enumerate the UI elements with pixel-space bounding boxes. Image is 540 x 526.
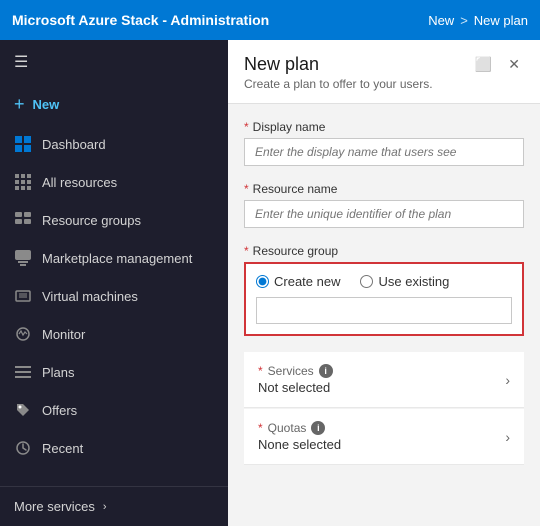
- sidebar-item-label: Virtual machines: [42, 289, 138, 304]
- required-star-2: *: [244, 182, 249, 196]
- breadcrumb: New > New plan: [428, 13, 528, 28]
- monitor-icon: [14, 325, 32, 343]
- sidebar-item-recent[interactable]: Recent: [0, 429, 228, 467]
- more-services-button[interactable]: More services ›: [0, 487, 228, 526]
- required-star: *: [244, 120, 249, 134]
- plus-icon: +: [14, 94, 25, 115]
- hamburger-button[interactable]: ☰: [0, 40, 228, 84]
- sidebar-item-label: Recent: [42, 441, 83, 456]
- required-star-5: *: [258, 421, 263, 435]
- resource-name-group: * Resource name: [244, 182, 524, 228]
- sidebar-item-plans[interactable]: Plans: [0, 353, 228, 391]
- resource-groups-icon: [14, 211, 32, 229]
- create-new-radio[interactable]: [256, 275, 269, 288]
- virtual-machines-icon: [14, 287, 32, 305]
- panel-title-area: New plan Create a plan to offer to your …: [244, 54, 433, 91]
- required-star-4: *: [258, 364, 263, 378]
- breadcrumb-new-plan: New plan: [474, 13, 528, 28]
- sidebar-item-dashboard[interactable]: Dashboard: [0, 125, 228, 163]
- use-existing-label: Use existing: [378, 274, 449, 289]
- all-resources-icon: [14, 173, 32, 191]
- use-existing-radio[interactable]: [360, 275, 373, 288]
- display-name-input[interactable]: [244, 138, 524, 166]
- required-star-3: *: [244, 244, 249, 258]
- resource-name-input[interactable]: [244, 200, 524, 228]
- sidebar-item-label: Monitor: [42, 327, 85, 342]
- chevron-right-icon: ›: [103, 501, 107, 513]
- quotas-value: None selected: [258, 437, 341, 452]
- sidebar-item-all-resources[interactable]: All resources: [0, 163, 228, 201]
- new-label: New: [33, 97, 60, 112]
- resource-group-box: Create new Use existing: [244, 262, 524, 336]
- services-label: * Services i: [258, 364, 333, 378]
- breadcrumb-separator: >: [460, 13, 468, 28]
- close-button[interactable]: ✕: [504, 54, 524, 75]
- sidebar-item-virtual-machines[interactable]: Virtual machines: [0, 277, 228, 315]
- sidebar: ☰ + New Dashboard All resources Resource…: [0, 40, 228, 526]
- sidebar-item-label: Marketplace management: [42, 251, 192, 266]
- main-layout: ☰ + New Dashboard All resources Resource…: [0, 40, 540, 526]
- display-name-label: * Display name: [244, 120, 524, 134]
- use-existing-option[interactable]: Use existing: [360, 274, 449, 289]
- more-services-label: More services: [14, 499, 95, 514]
- sidebar-item-label: Resource groups: [42, 213, 141, 228]
- window-button[interactable]: ⬜: [471, 54, 496, 75]
- services-info-icon[interactable]: i: [319, 364, 333, 378]
- services-content: * Services i Not selected: [258, 364, 333, 395]
- quotas-content: * Quotas i None selected: [258, 421, 341, 452]
- new-plan-panel: New plan Create a plan to offer to your …: [228, 40, 540, 526]
- sidebar-item-label: All resources: [42, 175, 117, 190]
- create-new-option[interactable]: Create new: [256, 274, 340, 289]
- breadcrumb-new: New: [428, 13, 454, 28]
- panel-header: New plan Create a plan to offer to your …: [228, 40, 540, 104]
- resource-name-label: * Resource name: [244, 182, 524, 196]
- services-chevron-icon: ›: [505, 372, 510, 388]
- top-bar: Microsoft Azure Stack - Administration N…: [0, 0, 540, 40]
- sidebar-item-label: Offers: [42, 403, 77, 418]
- quotas-info-icon[interactable]: i: [311, 421, 325, 435]
- sidebar-item-resource-groups[interactable]: Resource groups: [0, 201, 228, 239]
- panel-title: New plan: [244, 54, 433, 75]
- app-title: Microsoft Azure Stack - Administration: [12, 12, 428, 28]
- quotas-chevron-icon: ›: [505, 429, 510, 445]
- offers-icon: [14, 401, 32, 419]
- resource-group-label: * Resource group: [244, 244, 524, 258]
- dashboard-icon: [14, 135, 32, 153]
- services-value: Not selected: [258, 380, 333, 395]
- sidebar-item-monitor[interactable]: Monitor: [0, 315, 228, 353]
- quotas-label: * Quotas i: [258, 421, 341, 435]
- create-new-label: Create new: [274, 274, 340, 289]
- services-row[interactable]: * Services i Not selected ›: [244, 352, 524, 408]
- sidebar-item-offers[interactable]: Offers: [0, 391, 228, 429]
- sidebar-bottom: More services ›: [0, 486, 228, 526]
- resource-group-input[interactable]: [256, 297, 512, 324]
- quotas-row[interactable]: * Quotas i None selected ›: [244, 409, 524, 465]
- plans-icon: [14, 363, 32, 381]
- sidebar-item-label: Dashboard: [42, 137, 106, 152]
- panel-body: * Display name * Resource name * Resourc…: [228, 104, 540, 526]
- sidebar-item-label: Plans: [42, 365, 75, 380]
- sidebar-item-marketplace[interactable]: Marketplace management: [0, 239, 228, 277]
- new-button[interactable]: + New: [0, 84, 228, 125]
- display-name-group: * Display name: [244, 120, 524, 166]
- panel-subtitle: Create a plan to offer to your users.: [244, 77, 433, 91]
- recent-icon: [14, 439, 32, 457]
- resource-group-group: * Resource group Create new Use existing: [244, 244, 524, 336]
- radio-group: Create new Use existing: [256, 274, 512, 289]
- marketplace-icon: [14, 249, 32, 267]
- panel-actions: ⬜ ✕: [471, 54, 524, 75]
